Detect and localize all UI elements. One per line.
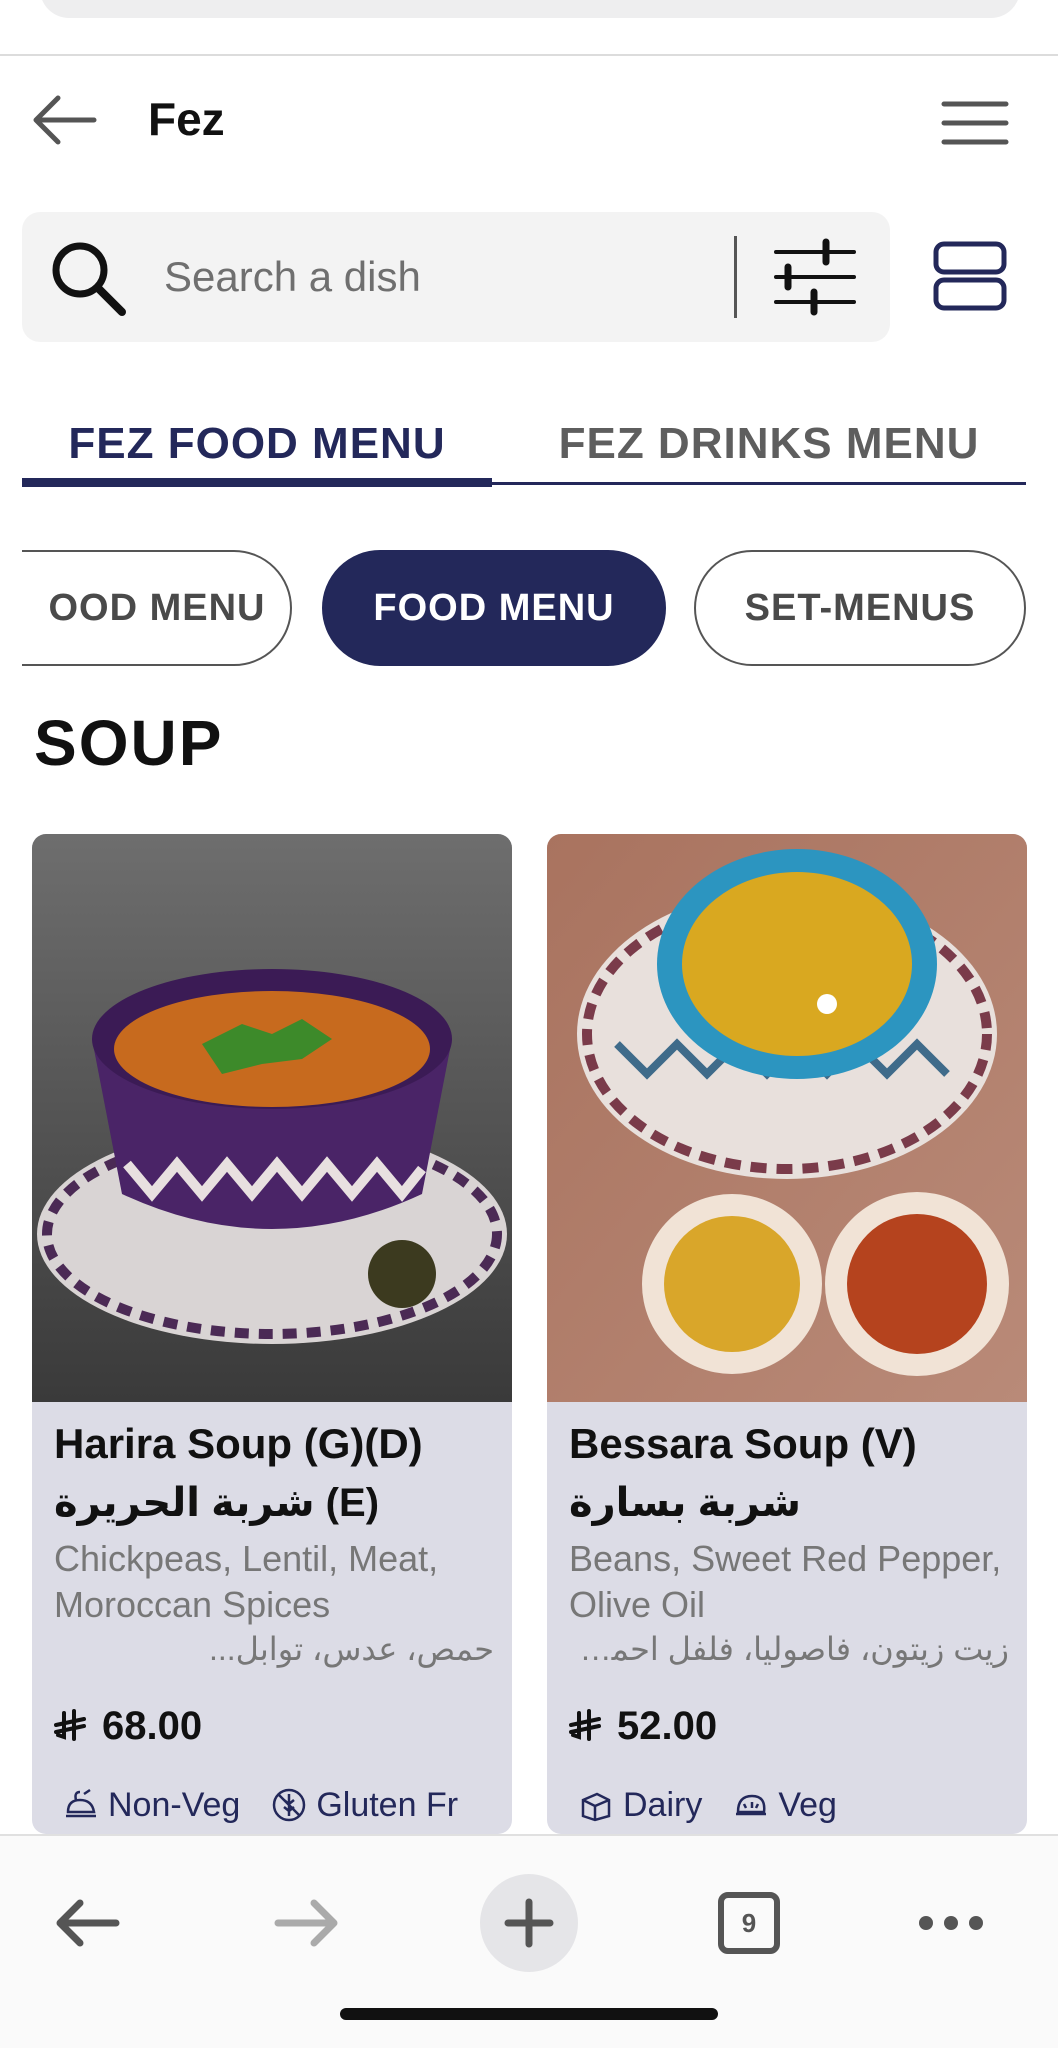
more-options-button[interactable]: [906, 1878, 996, 1968]
back-arrow-icon[interactable]: [28, 90, 100, 150]
arrow-right-icon: [274, 1899, 338, 1947]
gluten-free-icon: [273, 1788, 306, 1822]
dish-image: [547, 834, 1027, 1402]
tag-dairy: Dairy: [577, 1786, 702, 1825]
dish-description-arabic: حمص، عدس، توابل...: [208, 1631, 494, 1667]
chip-category[interactable]: SET-MENUS: [694, 550, 1026, 666]
plus-icon: [504, 1898, 554, 1948]
dish-card[interactable]: Bessara Soup (V) شربة بسارة Beans, Sweet…: [547, 834, 1027, 1834]
tabs-icon: 9: [718, 1892, 780, 1954]
dish-details: Harira Soup (G)(D) (E) شربة الحريرة Chic…: [54, 1414, 494, 1670]
chicken-icon: [66, 1788, 96, 1818]
page-header: Fez: [0, 80, 1058, 160]
tag-non-veg: Non-Veg: [62, 1786, 240, 1825]
menu-tabs: FEZ FOOD MENU FEZ DRINKS MENU: [22, 404, 1026, 488]
dish-name: Bessara Soup (V): [569, 1420, 917, 1467]
tag-gluten-free: Gluten Fr: [270, 1786, 458, 1825]
chip-category[interactable]: OOD MENU: [22, 550, 292, 666]
dish-details: Bessara Soup (V) شربة بسارة Beans, Sweet…: [569, 1414, 1009, 1670]
search-icon: [52, 242, 126, 316]
price-row: 52.00: [569, 1696, 717, 1756]
dish-name: Harira Soup (G)(D): [54, 1420, 423, 1467]
page-title: Fez: [148, 93, 225, 145]
browser-forward-button[interactable]: [262, 1878, 352, 1968]
dish-name-arabic: (E) شربة الحريرة: [54, 1481, 380, 1525]
dish-price: 52.00: [617, 1703, 718, 1748]
dish-description: Chickpeas, Lentil, Meat, Moroccan Spices: [54, 1538, 439, 1625]
tab-fez-drinks-menu[interactable]: FEZ DRINKS MENU: [512, 404, 1026, 484]
section-title: SOUP: [34, 707, 224, 779]
divider: [0, 54, 1058, 56]
dairy-icon: [581, 1792, 611, 1822]
browser-back-button[interactable]: [42, 1878, 132, 1968]
active-tab-indicator: [22, 478, 492, 487]
tag-label: Gluten Fr: [316, 1785, 459, 1824]
tag-veg: Veg: [732, 1786, 837, 1825]
dish-description-arabic: زيت زيتون، فاصوليا، فلفل احمر حلو: [569, 1631, 1009, 1667]
home-indicator: [340, 2008, 718, 2020]
dish-description: Beans, Sweet Red Pepper, Olive Oil: [569, 1538, 1002, 1625]
category-chips: OOD MENU FOOD MENU SET-MENUS: [22, 550, 1036, 668]
veg-icon: [736, 1794, 767, 1816]
more-dots-icon: [919, 1916, 983, 1930]
hamburger-menu-icon[interactable]: [940, 98, 1010, 148]
address-bar[interactable]: [40, 0, 1020, 18]
tab-count: 9: [741, 1907, 757, 1938]
currency-icon: [54, 1709, 86, 1741]
filter-sliders-icon[interactable]: [770, 236, 860, 318]
tag-label: Dairy: [623, 1785, 703, 1824]
layout-toggle-icon[interactable]: [930, 236, 1010, 316]
dish-card[interactable]: Harira Soup (G)(D) (E) شربة الحريرة Chic…: [32, 834, 512, 1834]
chip-category-active[interactable]: FOOD MENU: [322, 550, 666, 666]
dish-tags: Dairy Veg: [577, 1780, 867, 1830]
search-bar: [22, 212, 890, 342]
search-input[interactable]: [164, 244, 724, 310]
currency-icon: [569, 1709, 601, 1741]
new-tab-button[interactable]: [480, 1874, 578, 1972]
tag-label: Veg: [778, 1785, 837, 1824]
dish-tags: Non-Veg Gluten Fr: [62, 1780, 488, 1830]
dish-image: [32, 834, 512, 1402]
arrow-left-icon: [56, 1899, 120, 1947]
tab-switcher-button[interactable]: 9: [704, 1878, 794, 1968]
dish-name-arabic: شربة بسارة: [569, 1481, 801, 1525]
tag-label: Non-Veg: [108, 1785, 241, 1824]
price-row: 68.00: [54, 1696, 202, 1756]
dish-price: 68.00: [102, 1703, 203, 1748]
tab-fez-food-menu[interactable]: FEZ FOOD MENU: [22, 404, 492, 484]
search-separator: [734, 236, 737, 318]
